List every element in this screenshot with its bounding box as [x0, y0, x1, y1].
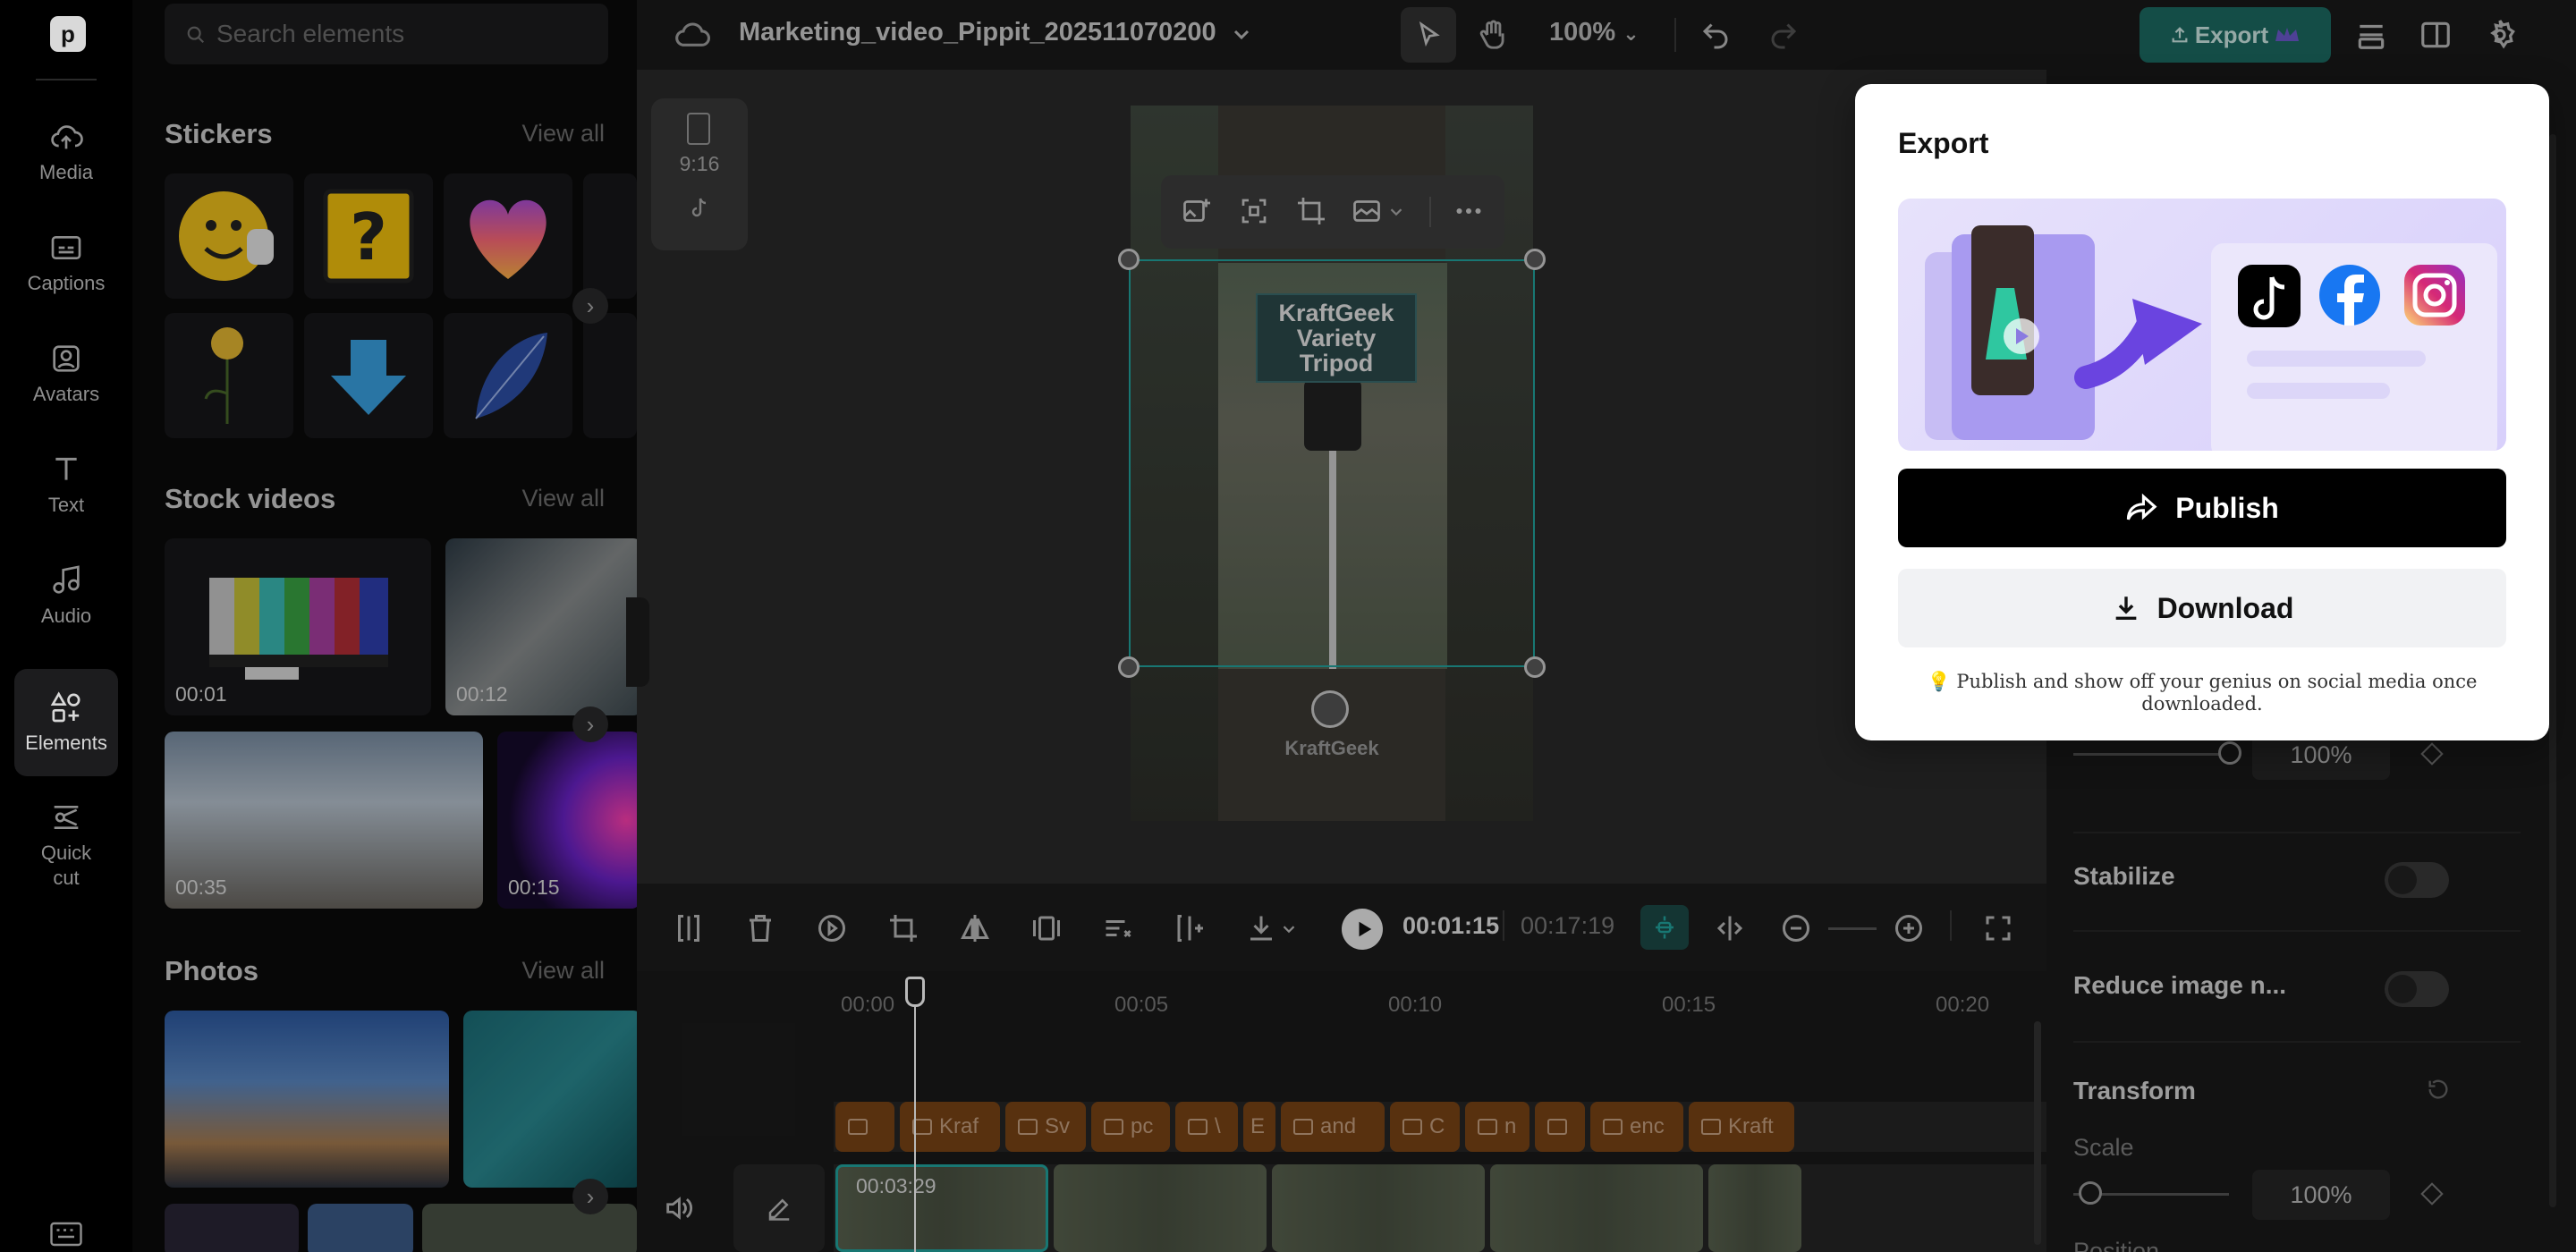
publish-label: Publish	[2175, 491, 2279, 524]
tiktok-icon	[2234, 263, 2304, 333]
share-arrow-icon	[2127, 493, 2157, 520]
download-label: Download	[2157, 591, 2294, 624]
download-icon	[2115, 596, 2136, 621]
export-banner-illustration	[1898, 199, 2506, 451]
export-note: 💡 Publish and show off your genius on so…	[1927, 671, 2478, 715]
publish-button[interactable]: Publish	[1898, 469, 2506, 547]
export-modal-title: Export	[1898, 127, 1989, 159]
download-button[interactable]: Download	[1898, 569, 2506, 647]
instagram-icon	[2402, 263, 2467, 327]
facebook-icon	[2318, 263, 2383, 327]
export-modal: Export Publish Download 💡 Publish and sh…	[1855, 84, 2549, 740]
